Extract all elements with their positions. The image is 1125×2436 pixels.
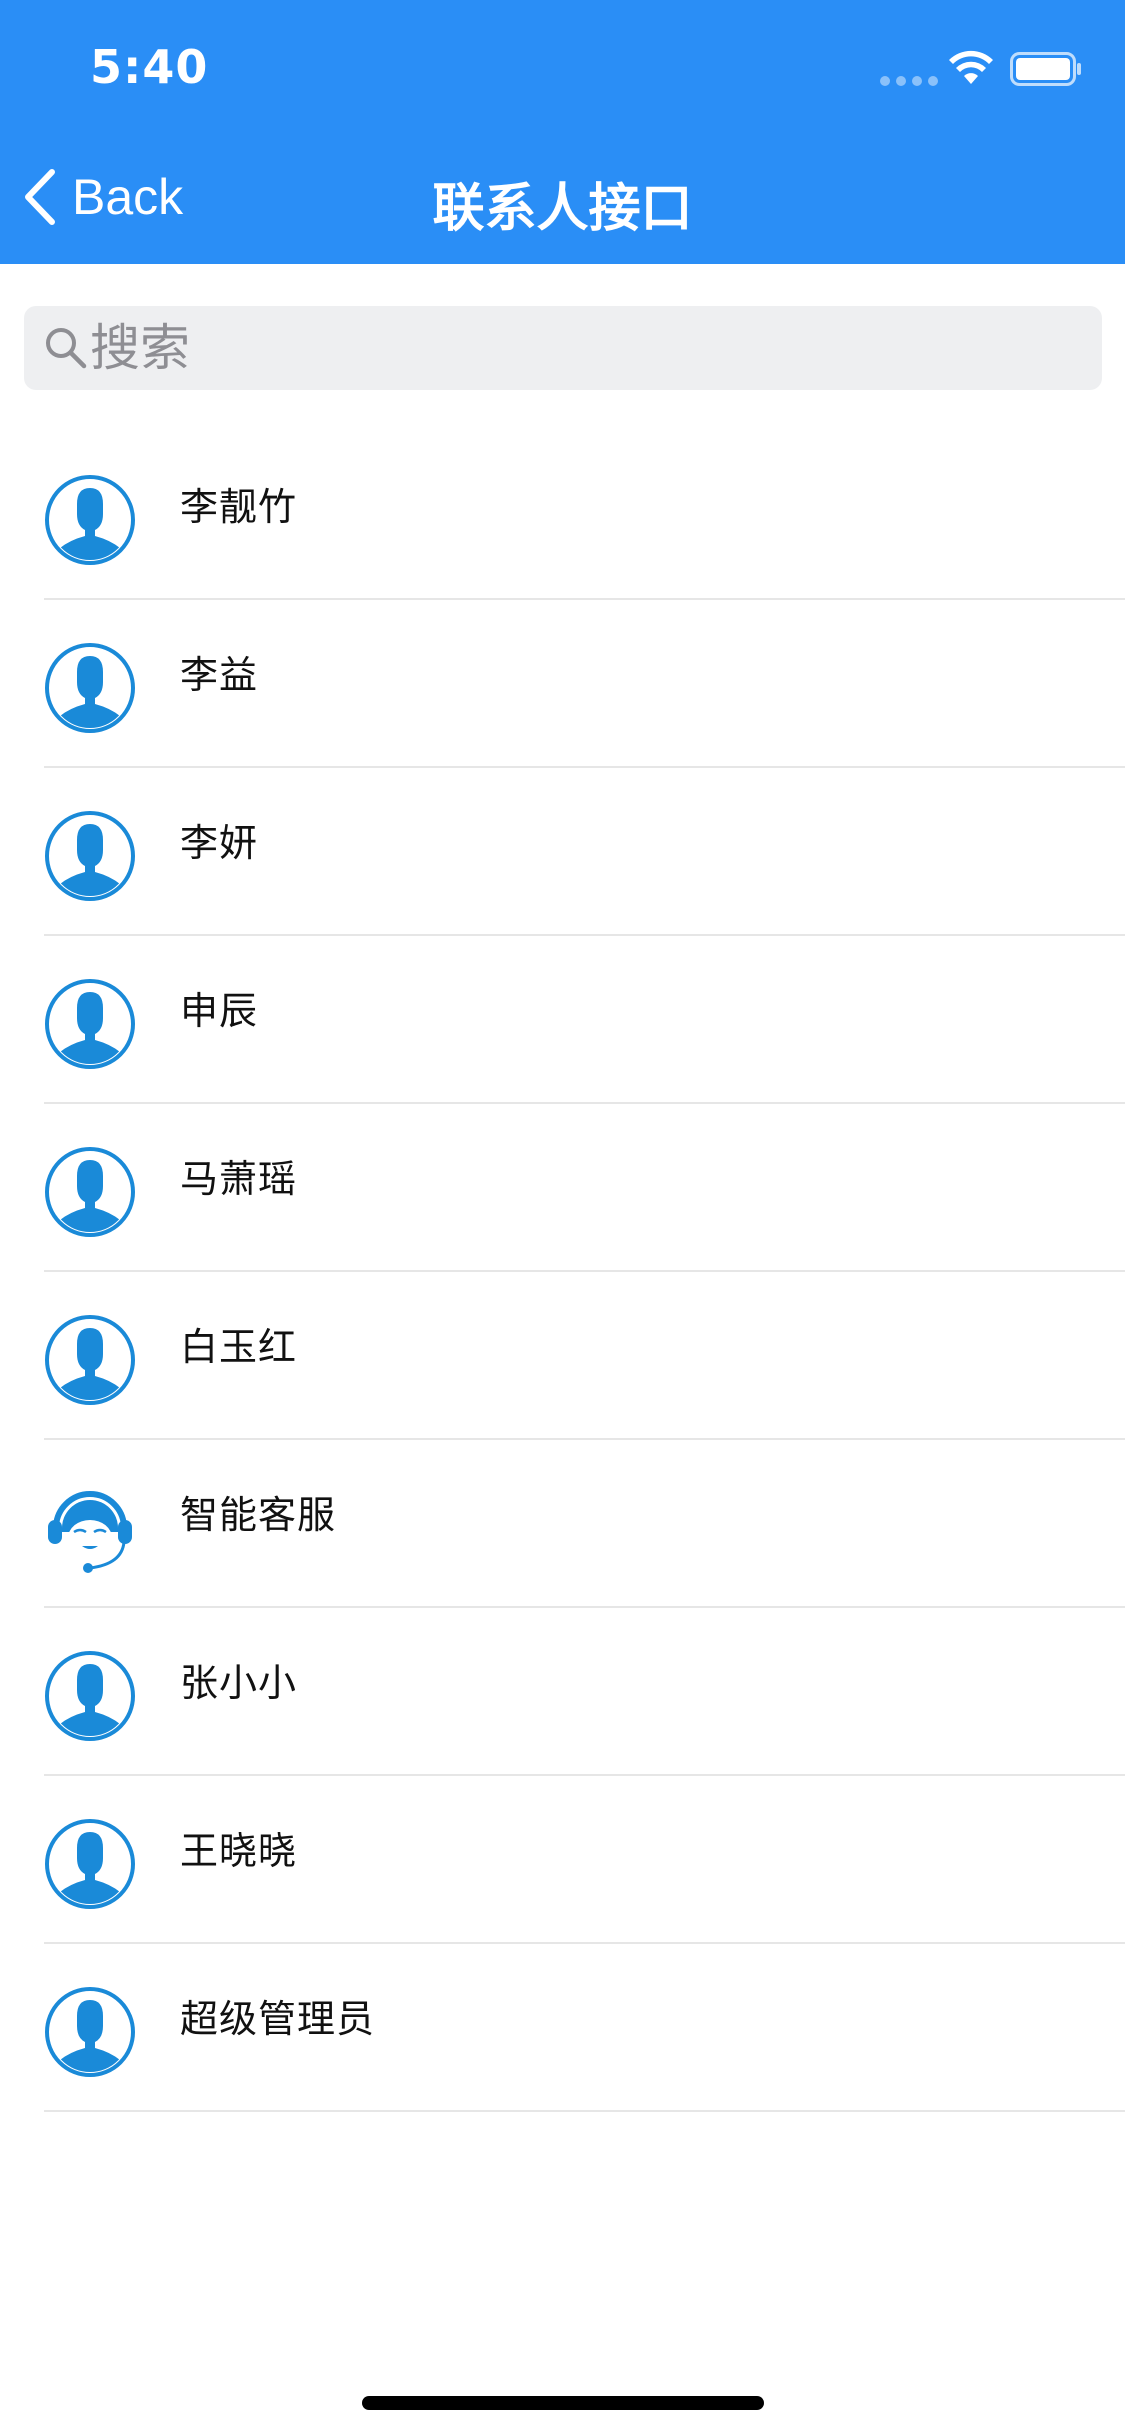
- search-icon: [46, 328, 87, 369]
- contact-name: 白玉红: [180, 1325, 298, 1369]
- list-item[interactable]: 王晓晓: [0, 1776, 1125, 1944]
- header: 5:40 Back 联系人接口: [0, 0, 1125, 264]
- contact-name: 张小小: [180, 1661, 298, 1705]
- contact-name: 马萧瑶: [180, 1157, 298, 1201]
- contact-name: 申辰: [180, 989, 259, 1033]
- home-indicator[interactable]: [362, 2396, 764, 2410]
- person-avatar-icon: [44, 1818, 136, 1910]
- person-avatar-icon: [44, 1650, 136, 1742]
- person-avatar-icon: [44, 1146, 136, 1238]
- person-avatar-icon: [44, 474, 136, 566]
- search-input[interactable]: [90, 308, 1050, 388]
- list-item[interactable]: 白玉红: [0, 1272, 1125, 1440]
- contact-name: 智能客服: [180, 1493, 337, 1537]
- list-item[interactable]: 张小小: [0, 1608, 1125, 1776]
- person-avatar-icon: [44, 810, 136, 902]
- list-item[interactable]: 超级管理员: [0, 1944, 1125, 2112]
- person-avatar-icon: [44, 1986, 136, 2078]
- contact-name: 李妍: [180, 821, 259, 865]
- contact-list: 李靓竹 李益 李妍 申辰 马萧瑶 白玉红 智能客服 张小小 王晓晓 超级管理员: [0, 432, 1125, 2112]
- list-item[interactable]: 李妍: [0, 768, 1125, 936]
- contact-name: 李益: [180, 653, 259, 697]
- contact-name: 李靓竹: [180, 485, 298, 529]
- cellular-signal-icon: [880, 76, 938, 86]
- list-item[interactable]: 申辰: [0, 936, 1125, 1104]
- list-item[interactable]: 智能客服: [0, 1440, 1125, 1608]
- battery-icon: [1010, 52, 1081, 86]
- navigation-bar: Back 联系人接口: [0, 132, 1125, 264]
- contact-name: 王晓晓: [180, 1829, 298, 1873]
- list-item[interactable]: 李靓竹: [0, 432, 1125, 600]
- status-time: 5:40: [90, 40, 209, 94]
- contact-name: 超级管理员: [180, 1997, 376, 2041]
- list-item[interactable]: 马萧瑶: [0, 1104, 1125, 1272]
- status-bar: 5:40: [0, 0, 1125, 132]
- page-title: 联系人接口: [432, 179, 693, 239]
- search-bar[interactable]: [24, 306, 1102, 390]
- list-item[interactable]: 李益: [0, 600, 1125, 768]
- person-avatar-icon: [44, 1314, 136, 1406]
- customer-service-avatar-icon: [44, 1482, 136, 1574]
- person-avatar-icon: [44, 978, 136, 1070]
- divider: [44, 2110, 1125, 2112]
- person-avatar-icon: [44, 642, 136, 734]
- wifi-icon: [949, 50, 993, 84]
